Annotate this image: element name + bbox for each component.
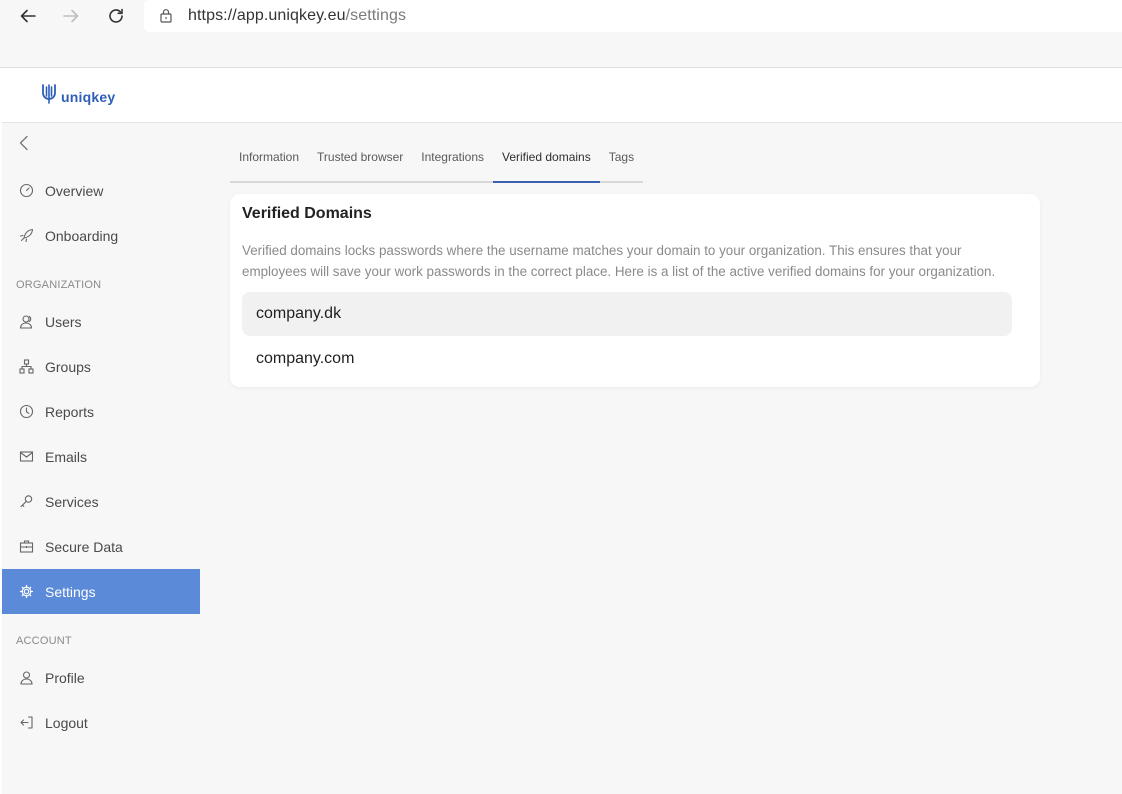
url-text: https://app.uniqkey.eu/settings [188, 7, 406, 25]
sidebar-item-label: Users [45, 313, 82, 330]
tab-integrations[interactable]: Integrations [412, 145, 493, 181]
section-title-organization: ORGANIZATION [16, 279, 102, 291]
sidebar-item-onboarding[interactable]: Onboarding [2, 213, 200, 258]
sidebar-item-profile[interactable]: Profile [2, 655, 200, 700]
url-path: /settings [345, 7, 407, 24]
logout-icon [19, 715, 34, 730]
browser-toolbar: https://app.uniqkey.eu/settings [0, 0, 1122, 68]
sidebar-item-label: Profile [45, 669, 85, 686]
uniqkey-logo-icon [41, 84, 57, 109]
sidebar-item-logout[interactable]: Logout [2, 700, 200, 745]
settings-tabs: Information Trusted browser Integrations… [230, 145, 644, 183]
back-arrow-icon[interactable] [15, 4, 41, 28]
mail-icon [19, 449, 34, 464]
sidebar-item-label: Secure Data [45, 538, 123, 555]
rocket-icon [19, 228, 34, 243]
sidebar-item-label: Reports [45, 403, 95, 420]
tab-trusted-browser[interactable]: Trusted browser [308, 145, 412, 181]
app-header: uniqkey [0, 68, 1122, 123]
hierarchy-icon [19, 359, 34, 374]
section-title-account: ACCOUNT [16, 635, 72, 647]
tab-information[interactable]: Information [230, 145, 308, 181]
tab-verified-domains[interactable]: Verified domains [493, 145, 600, 183]
sidebar-item-groups[interactable]: Groups [2, 344, 200, 389]
logo-text: uniqkey [61, 88, 116, 105]
sidebar-item-label: Groups [45, 358, 91, 375]
card-description-line: Verified domains locks passwords where t… [242, 243, 962, 258]
gear-icon [19, 584, 34, 599]
forward-arrow-icon[interactable] [58, 4, 84, 28]
lock-icon[interactable] [159, 8, 173, 23]
reload-icon[interactable] [103, 4, 129, 28]
address-bar[interactable]: https://app.uniqkey.eu/settings [144, 0, 1122, 32]
sidebar-item-label: Settings [45, 583, 96, 600]
sidebar: Overview Onboarding ORGANIZATION Users G… [2, 123, 200, 794]
user-group-icon [19, 314, 34, 329]
sidebar-item-label: Overview [45, 182, 104, 199]
domain-list-item: company.com [256, 350, 355, 367]
key-icon [19, 494, 34, 509]
domain-list-item: company.dk [242, 292, 1012, 336]
tab-tags[interactable]: Tags [600, 145, 643, 181]
collapse-sidebar-icon[interactable] [18, 135, 34, 153]
app-body: Overview Onboarding ORGANIZATION Users G… [2, 123, 1122, 794]
card-description: Verified domains locks passwords where t… [242, 240, 1032, 282]
sidebar-item-label: Services [45, 493, 99, 510]
sidebar-item-reports[interactable]: Reports [2, 389, 200, 434]
briefcase-icon [19, 539, 34, 554]
gauge-icon [19, 183, 34, 198]
logo[interactable]: uniqkey [41, 84, 115, 109]
sidebar-item-services[interactable]: Services [2, 479, 200, 524]
sidebar-item-label: Onboarding [45, 227, 119, 244]
card-description-line: employees will save your work passwords … [242, 264, 996, 279]
sidebar-item-users[interactable]: Users [2, 299, 200, 344]
user-icon [19, 670, 34, 685]
verified-domains-card: Verified Domains Verified domains locks … [230, 194, 1040, 387]
url-host: https://app.uniqkey.eu [188, 7, 346, 24]
sidebar-item-secure-data[interactable]: Secure Data [2, 524, 200, 569]
card-title: Verified Domains [242, 205, 372, 222]
sidebar-item-label: Logout [45, 714, 88, 731]
sidebar-item-emails[interactable]: Emails [2, 434, 200, 479]
sidebar-item-overview[interactable]: Overview [2, 168, 200, 213]
clock-icon [19, 404, 34, 419]
sidebar-item-label: Emails [45, 448, 88, 465]
sidebar-item-settings[interactable]: Settings [2, 569, 200, 614]
